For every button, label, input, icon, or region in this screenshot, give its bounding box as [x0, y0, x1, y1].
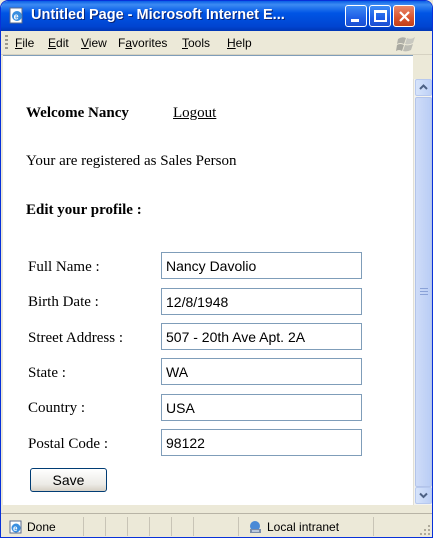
scroll-up-button[interactable] — [415, 79, 432, 96]
thumb-grip-line — [420, 288, 428, 289]
scroll-down-button[interactable] — [415, 487, 432, 504]
postal-code-input[interactable] — [161, 429, 362, 456]
close-icon — [399, 11, 410, 22]
status-divider — [238, 517, 239, 536]
menu-view-rest: iew — [88, 36, 107, 50]
birth-date-label: Birth Date : — [28, 294, 99, 310]
windows-flag-icon — [396, 37, 415, 52]
status-divider — [149, 517, 150, 536]
security-zone-text: Local intranet — [267, 520, 340, 534]
scroll-thumb[interactable] — [415, 97, 432, 487]
status-divider — [373, 517, 374, 536]
close-button[interactable] — [393, 5, 415, 27]
menu-edit-accel: E — [48, 36, 57, 50]
menu-help[interactable]: Help — [227, 36, 252, 50]
country-label: Country : — [28, 400, 86, 416]
menu-grip[interactable] — [5, 35, 8, 51]
menu-favorites[interactable]: Favorites — [118, 36, 167, 50]
registration-text: Your are registered as Sales Person — [26, 153, 237, 169]
title-bar[interactable]: e Untitled Page - Microsoft Internet E..… — [1, 1, 432, 31]
edit-profile-heading: Edit your profile : — [26, 202, 142, 218]
full-name-label: Full Name : — [28, 259, 100, 275]
street-address-label: Street Address : — [28, 330, 123, 346]
minimize-button[interactable] — [345, 5, 367, 27]
postal-code-label: Postal Code : — [28, 436, 109, 452]
full-name-input[interactable] — [161, 252, 362, 279]
birth-date-input[interactable] — [161, 288, 362, 315]
status-divider — [83, 517, 84, 536]
chevron-down-icon — [419, 492, 428, 499]
menu-file[interactable]: File — [15, 36, 34, 50]
menu-file-rest: ile — [22, 36, 35, 50]
menu-favorites-rest: vorites — [132, 36, 168, 50]
menu-bar: File Edit View Favorites Tools Help — [1, 31, 432, 55]
menu-view[interactable]: View — [81, 36, 107, 50]
maximize-icon — [374, 10, 387, 22]
status-divider — [105, 517, 106, 536]
logout-link[interactable]: Logout — [173, 105, 216, 122]
status-bar: e Done Local intranet — [1, 513, 432, 537]
state-label: State : — [28, 365, 66, 381]
resize-grip-icon[interactable] — [419, 524, 431, 536]
thumb-grip-line — [420, 291, 428, 292]
web-page: Welcome Nancy Logout Your are registered… — [3, 56, 413, 506]
svg-text:e: e — [13, 524, 18, 533]
status-divider — [193, 517, 194, 536]
status-divider — [127, 517, 128, 536]
menu-edit-rest: dit — [56, 36, 69, 50]
menu-help-rest: elp — [235, 36, 252, 50]
street-address-input[interactable] — [161, 323, 362, 350]
country-input[interactable] — [161, 394, 362, 421]
ie-page-icon: e — [9, 7, 23, 24]
menu-tools-rest: ools — [188, 36, 211, 50]
thumb-grip-line — [420, 294, 428, 295]
maximize-button[interactable] — [369, 5, 391, 27]
save-button[interactable]: Save — [30, 468, 107, 492]
local-intranet-icon — [250, 521, 261, 533]
page-viewport: Welcome Nancy Logout Your are registered… — [3, 55, 413, 505]
svg-text:e: e — [14, 12, 19, 22]
status-divider — [171, 517, 172, 536]
menu-edit[interactable]: Edit — [48, 36, 69, 50]
vertical-scrollbar[interactable] — [413, 79, 432, 505]
browser-window: e Untitled Page - Microsoft Internet E..… — [0, 0, 433, 538]
welcome-text: Welcome Nancy — [26, 105, 129, 121]
menu-tools[interactable]: Tools — [182, 36, 210, 50]
menu-help-accel: H — [227, 36, 236, 50]
page-done-icon: e — [9, 520, 22, 534]
state-input[interactable] — [161, 358, 362, 385]
chevron-up-icon — [419, 84, 428, 90]
menu-view-accel: V — [81, 36, 89, 50]
minimize-icon — [351, 19, 359, 22]
status-text: Done — [27, 520, 56, 534]
window-title: Untitled Page - Microsoft Internet E... — [31, 7, 285, 23]
